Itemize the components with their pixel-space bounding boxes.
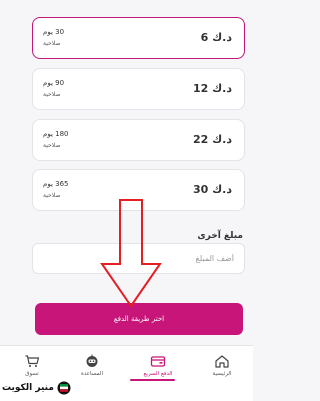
other-amount-input[interactable] [32, 243, 245, 274]
choose-payment-method-button[interactable]: اختر طريقة الدفع [35, 303, 243, 335]
plan-price: د.ك 22 [192, 133, 232, 146]
plan-price: د.ك 30 [192, 183, 232, 196]
plan-validity: صلاحية [43, 142, 61, 149]
plan-validity: صلاحية [43, 40, 61, 47]
plan-days: 180 يوم [43, 130, 69, 138]
plan-price: د.ك 12 [192, 82, 232, 95]
plan-validity: صلاحية [43, 91, 61, 98]
home-icon [215, 355, 229, 368]
plan-card-365-days[interactable]: د.ك 30 365 يوم صلاحية [32, 169, 245, 211]
robot-icon [86, 354, 98, 367]
plan-price: د.ك 6 [200, 31, 232, 44]
other-amount-label: مبلغ آخرى [197, 231, 243, 241]
tab-label: المساعدة [80, 371, 104, 377]
active-tab-indicator [130, 379, 175, 381]
cart-icon [25, 355, 40, 367]
tab-label: تسوق [25, 371, 39, 377]
logo-text: منير الكويت [2, 383, 54, 393]
plan-days: 90 يوم [43, 79, 65, 87]
site-logo: منير الكويت [2, 379, 74, 397]
tab-label: الرئيسية [212, 371, 232, 377]
plan-days: 365 يوم [43, 180, 69, 188]
plan-days: 30 يوم [43, 28, 65, 36]
wallet-icon [150, 356, 166, 367]
tab-label: الدفع السريع [143, 371, 173, 377]
tab-home[interactable]: الرئيسية [192, 346, 252, 386]
plan-card-30-days[interactable]: د.ك 6 30 يوم صلاحية [32, 17, 245, 59]
plan-card-90-days[interactable]: د.ك 12 90 يوم صلاحية [32, 68, 245, 110]
plan-validity: صلاحية [43, 192, 61, 199]
logo-mark-icon [57, 381, 71, 395]
plan-card-180-days[interactable]: د.ك 22 180 يوم صلاحية [32, 119, 245, 161]
